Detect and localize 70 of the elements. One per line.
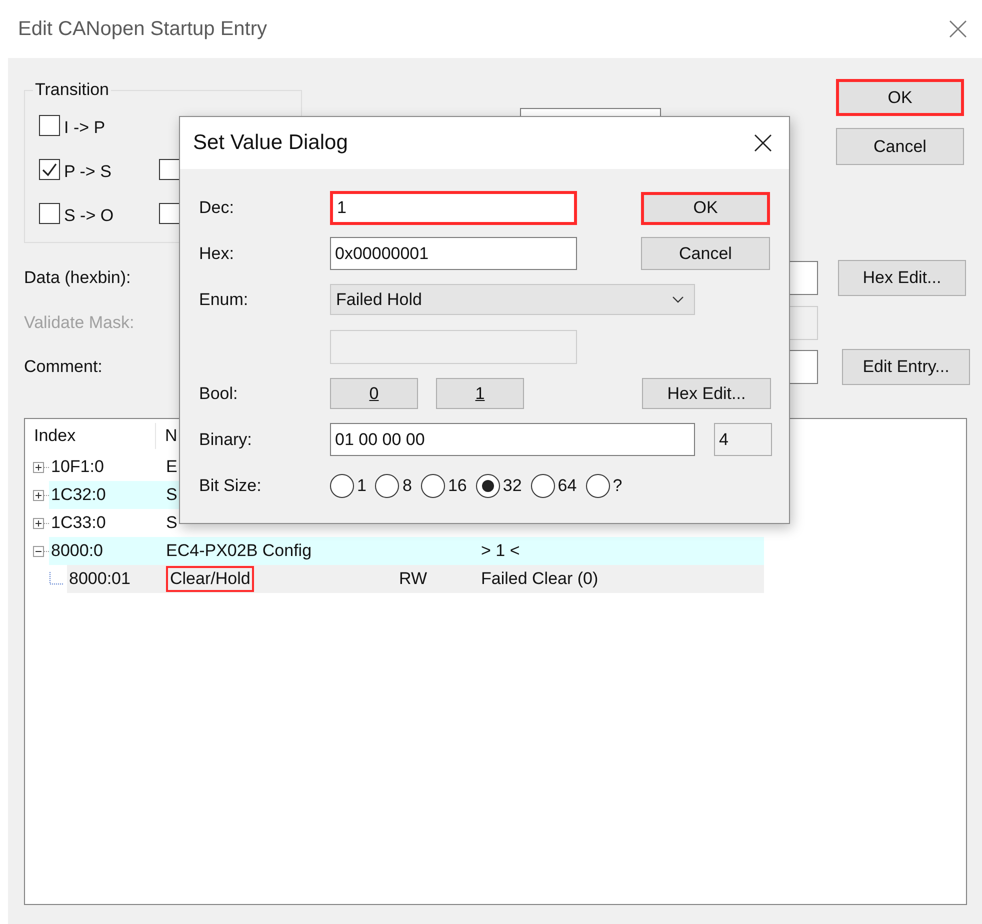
field-label: Data (hexbin): [24, 267, 132, 290]
expander-icon[interactable] [33, 490, 49, 500]
hex-edit-button[interactable]: Hex Edit... [642, 378, 771, 409]
field-label: Binary: [199, 428, 253, 451]
name-cell: EC4-PX02B Config [166, 541, 312, 560]
checkbox[interactable] [39, 115, 60, 136]
dropdown[interactable]: Failed Hold [330, 284, 695, 315]
value-cell-text: Failed Clear (0) [481, 568, 598, 590]
radio-button[interactable] [420, 474, 445, 498]
name-cell: E [166, 457, 178, 476]
size-field: 4 [714, 423, 772, 456]
index-cell-text: 8000:01 [68, 568, 132, 590]
expander-icon[interactable] [33, 462, 49, 472]
checkbox[interactable] [158, 159, 180, 180]
field-label: Enum: [199, 288, 250, 311]
field-label: Dec: [199, 197, 235, 220]
expander-icon[interactable] [33, 518, 49, 528]
radio-button[interactable] [476, 474, 500, 498]
chevron-down-icon [672, 296, 684, 304]
radio-label: 1 [357, 475, 366, 498]
ok-button[interactable]: OK [641, 192, 770, 224]
tree-row[interactable]: 8000:01 Clear/Hold RW Failed Clear (0) [67, 565, 764, 593]
name-cell: Clear/Hold [166, 566, 254, 592]
field-label: Validate Mask: [24, 312, 136, 334]
window-title: Edit CANopen Startup Entry [18, 17, 268, 42]
radio-label: 64 [558, 475, 577, 498]
checkbox[interactable] [158, 203, 180, 224]
field-label: Bit Size: [199, 475, 262, 498]
input-field[interactable] [330, 330, 577, 364]
radio-label: ? [612, 475, 622, 498]
checkbox-label: I -> P [64, 117, 106, 139]
input-field[interactable]: 01 00 00 00 [330, 423, 695, 456]
checkbox-label: S -> O [64, 205, 114, 227]
value-cell-text: > 1 < [481, 540, 520, 562]
column-header: N [164, 425, 178, 448]
index-cell-text: 10F1:0 [50, 456, 105, 478]
cancel-button[interactable]: Cancel [641, 237, 770, 270]
index-cell-text: 1C32:0 [50, 484, 107, 506]
cancel-button[interactable]: Cancel [836, 128, 964, 165]
bool-button[interactable]: 1 [436, 378, 524, 409]
bool-button[interactable]: 0 [330, 378, 418, 409]
name-cell: S [166, 485, 178, 504]
radio-button[interactable] [530, 474, 555, 498]
field-label: Comment: [24, 356, 104, 378]
radio-label: 32 [502, 475, 522, 498]
radio-button[interactable] [330, 474, 354, 498]
tree-row[interactable]: 8000:0 EC4-PX02B Config > 1 < [49, 537, 764, 565]
index-cell-text: 1C33:0 [50, 512, 107, 534]
radio-label: 16 [448, 475, 467, 498]
connector-line [49, 572, 63, 586]
radio-button[interactable] [375, 474, 400, 498]
radio-label: 8 [402, 475, 412, 498]
field-label: Bool: [199, 382, 239, 405]
close-icon[interactable] [753, 133, 773, 153]
column-header: Index [25, 423, 156, 449]
name-cell: S [166, 513, 178, 532]
checkbox[interactable] [39, 203, 60, 224]
index-cell-text: 8000:0 [50, 540, 104, 562]
dialog-title: Set Value Dialog [193, 130, 348, 156]
expander-icon[interactable] [33, 546, 49, 556]
input-field[interactable]: 1 [330, 191, 577, 225]
checkbox[interactable] [39, 159, 60, 180]
access-cell-text: RW [399, 568, 428, 590]
checkbox-label: P -> S [64, 161, 112, 183]
radio-button[interactable] [586, 474, 610, 498]
input-field[interactable]: 0x00000001 [330, 237, 577, 270]
edit-button[interactable]: Edit Entry... [842, 349, 970, 385]
ok-button[interactable]: OK [836, 79, 964, 116]
field-label: Hex: [199, 242, 235, 265]
edit-button[interactable]: Hex Edit... [838, 260, 966, 296]
